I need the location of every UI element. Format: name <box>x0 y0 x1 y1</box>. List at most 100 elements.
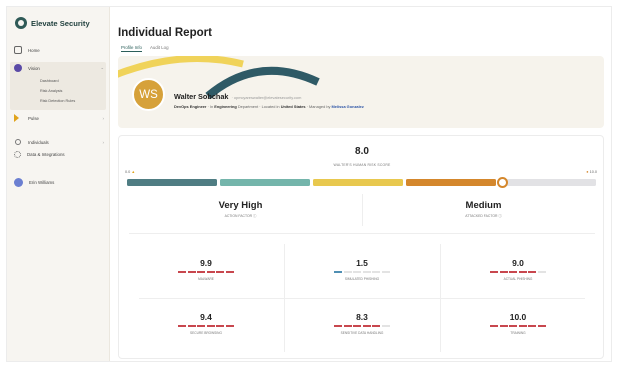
tab-bar: Profile Info Audit Log <box>121 45 169 52</box>
metric-value: 8.3 <box>356 312 368 322</box>
metric-bar-segment <box>197 325 206 327</box>
action-factor-value: Very High <box>218 200 263 211</box>
profile-card: WS Walter Sobchak · opmcyareswalter@elev… <box>118 56 604 128</box>
sidebar-subitem-risk-analysis[interactable]: Risk Analysis <box>40 89 62 93</box>
metric-training: 10.0 TRAINING <box>443 312 593 335</box>
high-risk-icon: ● <box>586 170 589 174</box>
metric-value: 9.9 <box>200 258 212 268</box>
sidebar-item-individuals[interactable]: Individuals › <box>14 138 104 146</box>
metric-bar-segment <box>225 271 234 273</box>
metric-sensitive-data-handling: 8.3 SENSITIVE DATA HANDLING <box>287 312 437 335</box>
metric-bar-segment <box>490 325 499 327</box>
metric-bar-segment <box>372 271 381 273</box>
action-factor-label-text: ACTION FACTOR <box>224 214 253 218</box>
metric-value: 9.4 <box>200 312 212 322</box>
profile-manager-link[interactable]: Melissa Gonzalez <box>332 104 364 109</box>
metric-bar-meter <box>443 271 593 273</box>
metric-bar-segment <box>178 325 187 327</box>
metric-bar-segment <box>509 271 518 273</box>
metric-bar-segment <box>353 271 362 273</box>
risk-score-card: 8.0 WALTER'S HUMAN RISK SCORE 0.0 ▲ ● 10… <box>118 135 604 359</box>
sidebar-subitem-dashboard[interactable]: Dashboard <box>40 79 59 83</box>
sidebar-item-pulse[interactable]: Pulse › <box>14 114 104 122</box>
profile-name-row: Walter Sobchak · opmcyareswalter@elevate… <box>174 92 301 101</box>
pulse-icon <box>14 114 19 122</box>
metric-label: ACTUAL PHISHING <box>503 277 533 281</box>
attacked-factor-label: ATTACKED FACTOR ⓘ <box>362 213 605 218</box>
metric-bar-segment <box>362 271 371 273</box>
tab-audit-log[interactable]: Audit Log <box>150 45 169 52</box>
profile-role: DevOps Engineer <box>174 104 207 109</box>
metric-bar-segment <box>187 271 196 273</box>
metric-bar-segment <box>537 325 546 327</box>
profile-location: United States <box>280 104 306 109</box>
low-risk-icon: ▲ <box>131 170 136 174</box>
metric-bar-segment <box>216 271 225 273</box>
metric-bar-segment <box>381 271 390 273</box>
sidebar-item-label: Vision <box>28 65 40 71</box>
info-icon[interactable]: ⓘ <box>498 214 501 218</box>
risk-score-marker <box>496 177 508 188</box>
profile-manager-prefix: Managed by <box>309 104 331 109</box>
profile-email: · opmcyareswalter@elevatesecurity.com <box>231 95 302 100</box>
sidebar-item-home[interactable]: Home <box>14 46 40 54</box>
metric-bar-segment <box>362 325 371 327</box>
metric-value: 10.0 <box>509 312 527 322</box>
metric-bar-segment <box>490 271 499 273</box>
profile-name: Walter Sobchak <box>174 92 229 101</box>
tab-profile-info[interactable]: Profile Info <box>121 45 142 52</box>
metric-actual-phishing: 9.0 ACTUAL PHISHING <box>443 258 593 281</box>
risk-scale-segment <box>406 179 496 186</box>
vision-icon <box>14 64 22 72</box>
metric-bar-segment <box>187 325 196 327</box>
action-factor: Very High ACTION FACTOR ⓘ <box>119 200 362 218</box>
metric-bar-meter <box>287 271 437 273</box>
metric-bar-segment <box>353 325 362 327</box>
sidebar-user-label: Erin Williams <box>29 180 55 185</box>
risk-score-label: WALTER'S HUMAN RISK SCORE <box>333 163 391 167</box>
sidebar-subitem-risk-detection-rules[interactable]: Risk Detection Rules <box>40 99 75 103</box>
profile-meta: DevOps Engineer · In Engineering Departm… <box>174 104 364 109</box>
metric-malware: 9.9 MALWARE <box>131 258 281 281</box>
sidebar-item-vision[interactable]: Vision ⌄ <box>14 64 104 72</box>
metric-bar-segment <box>206 271 215 273</box>
metric-bar-segment <box>381 325 390 327</box>
metric-label: SECURE BROWSING <box>190 331 222 335</box>
metric-bar-segment <box>518 271 527 273</box>
metric-bar-segment <box>499 271 508 273</box>
metric-bar-segment <box>528 325 537 327</box>
metric-bar-segment <box>509 325 518 327</box>
chevron-right-icon: › <box>102 139 104 145</box>
people-icon <box>15 139 21 145</box>
metric-label: SIMULATED PHISHING <box>344 277 380 281</box>
metric-bar-segment <box>197 271 206 273</box>
user-avatar-icon <box>14 178 23 187</box>
metric-bar-segment <box>206 325 215 327</box>
elevate-logo-icon <box>15 17 27 29</box>
action-factor-label: ACTION FACTOR ⓘ <box>119 213 362 218</box>
sidebar-item-data-integrations[interactable]: Data & Integrations <box>14 151 65 158</box>
sidebar-item-label: Individuals <box>28 139 49 145</box>
metric-bar-segment <box>178 271 187 273</box>
metric-bar-segment <box>225 325 234 327</box>
metric-bar-segment <box>518 325 527 327</box>
metric-label: SENSITIVE DATA HANDLING <box>340 331 384 335</box>
sidebar: Elevate Security Home Vision ⌄ Dashboard… <box>7 7 110 361</box>
brand[interactable]: Elevate Security <box>15 17 90 29</box>
scale-max-value: 10.0 <box>589 170 597 174</box>
metric-bar-segment <box>372 325 381 327</box>
profile-department-prefix: In <box>209 104 214 109</box>
profile-email-value: opmcyareswalter@elevatesecurity.com <box>233 95 302 100</box>
scale-max-label: ● 10.0 <box>586 170 597 174</box>
chevron-down-icon: ⌄ <box>100 65 104 70</box>
scale-min-label: 0.0 ▲ <box>125 170 135 174</box>
gear-icon <box>14 151 21 158</box>
profile-department: Engineering <box>214 104 237 109</box>
sidebar-user[interactable]: Erin Williams <box>14 178 54 187</box>
metric-bar-meter <box>131 271 281 273</box>
info-icon[interactable]: ⓘ <box>253 214 256 218</box>
metric-label: MALWARE <box>198 277 214 281</box>
section-divider <box>129 233 595 234</box>
sidebar-item-label: Data & Integrations <box>27 152 65 157</box>
scale-min-value: 0.0 <box>125 170 131 174</box>
